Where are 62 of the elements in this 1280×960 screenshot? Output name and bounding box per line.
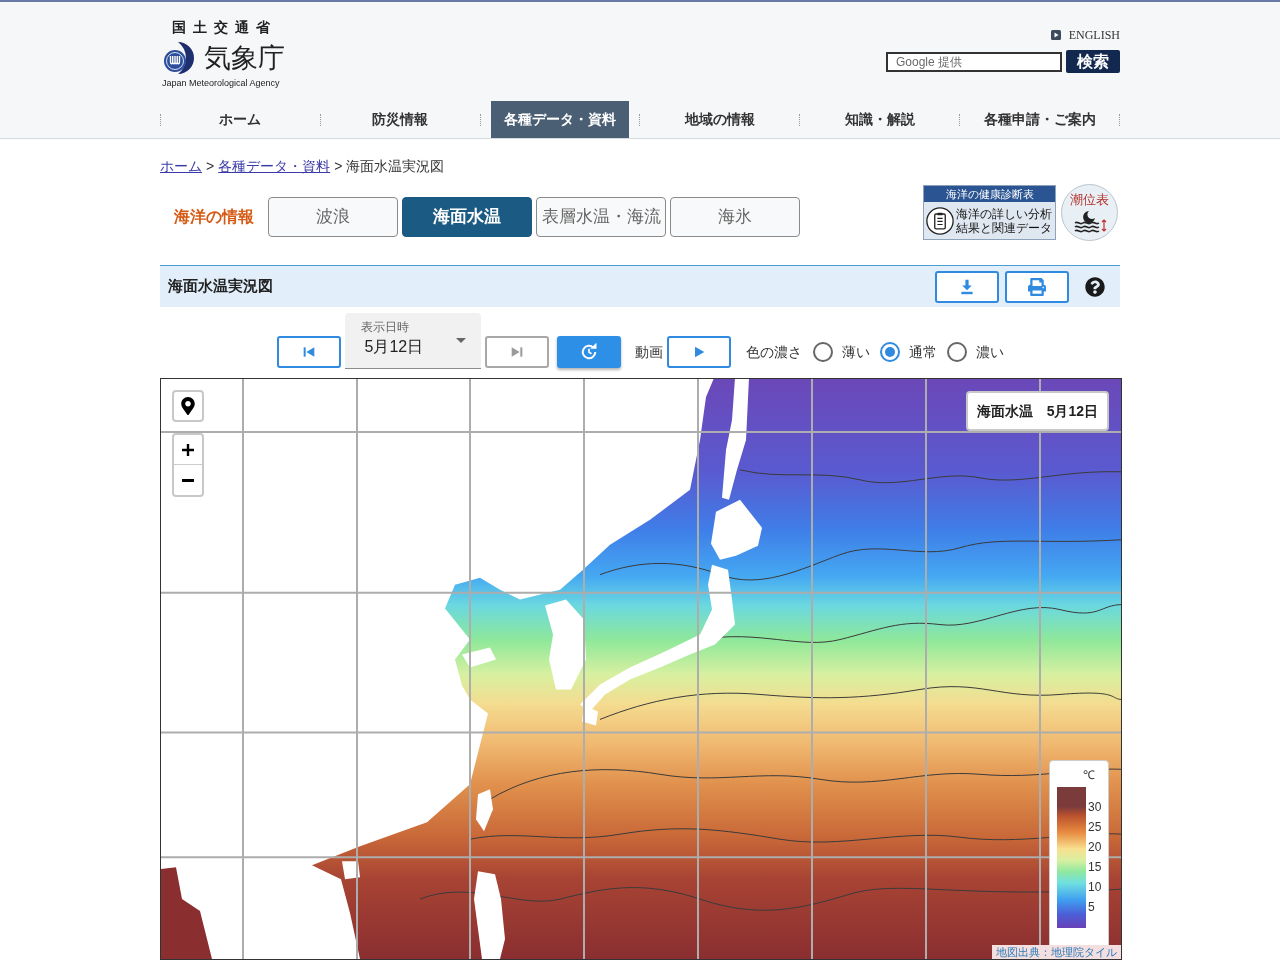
download-icon [959, 278, 975, 295]
breadcrumb-separator: > [334, 158, 343, 174]
search-field[interactable]: Google 提供 [886, 51, 1062, 72]
agency-english-name: Japan Meteorological Agency [162, 78, 281, 88]
legend-tick: 15 [1088, 859, 1102, 876]
breadcrumb-link[interactable]: 各種データ・資料 [218, 158, 331, 174]
radio-label[interactable]: 薄い [841, 341, 870, 363]
map-attribution[interactable]: 地図出典：地理院タイル [992, 945, 1121, 959]
arrow-square-icon [1050, 30, 1061, 40]
banner-text: 海洋の詳しい分析 結果と関連データ [956, 206, 1052, 235]
panel-title: 海面水温実況図 [168, 276, 273, 297]
radio-button[interactable] [812, 342, 833, 362]
print-button[interactable] [1005, 270, 1069, 303]
ocean-tab[interactable]: 海面水温 [402, 197, 532, 237]
nav-link[interactable]: 知識・解説 [810, 101, 950, 138]
breadcrumb-link[interactable]: ホーム [160, 158, 202, 174]
printer-icon [1028, 277, 1046, 296]
ocean-tab[interactable]: 波浪 [268, 197, 398, 237]
animation-label: 動画 [634, 342, 663, 362]
download-button[interactable] [935, 270, 999, 303]
radio-label[interactable]: 通常 [908, 341, 937, 363]
date-value: 5月12日 [364, 337, 425, 357]
radio-button[interactable] [879, 342, 900, 362]
map-pin-icon [181, 397, 195, 415]
clipboard-icon [926, 206, 954, 235]
ocean-tab[interactable]: 海氷 [670, 197, 800, 237]
map-title: 海面水温 5月12日 [965, 391, 1109, 431]
help-icon[interactable] [1085, 276, 1105, 297]
legend-tick: 20 [1088, 839, 1102, 856]
legend-unit: ℃ [1083, 768, 1095, 782]
english-link[interactable]: ENGLISH [1050, 28, 1120, 42]
nav-link[interactable]: 地域の情報 [650, 101, 790, 138]
ocean-tab[interactable]: 表層水温・海流 [536, 197, 666, 237]
nav-link[interactable]: 防災情報 [330, 101, 470, 138]
ocean-health-banner[interactable]: 海洋の健康診断表 海洋の詳しい分析 結果と関連データ [923, 185, 1056, 240]
breadcrumb-current: 海面水温実況図 [346, 158, 445, 174]
search-button[interactable]: 検索 [1066, 50, 1120, 73]
color-density-label: 色の濃さ [745, 342, 802, 362]
caret-down-icon [455, 338, 466, 343]
tide-table-link[interactable]: 潮位表 [1061, 184, 1118, 241]
nav-link[interactable]: ホーム [171, 101, 310, 138]
legend-tick: 5 [1088, 899, 1096, 916]
date-field-label: 表示日時 [360, 320, 410, 334]
nav-link[interactable]: 各種データ・資料 [490, 101, 630, 138]
skip-to-first-button[interactable] [276, 336, 341, 368]
minus-icon [182, 478, 194, 482]
legend-tick: 30 [1088, 799, 1102, 816]
agency-name: 気象庁 [204, 42, 285, 75]
ministry-name: 国土交通省 [172, 18, 278, 36]
plus-icon [182, 443, 194, 456]
play-button[interactable] [666, 336, 731, 368]
date-dropdown[interactable]: 表示日時 5月12日 [344, 313, 481, 369]
section-label: 海洋の情報 [174, 207, 254, 227]
breadcrumb-separator: > [206, 158, 215, 174]
radio-button[interactable] [946, 342, 967, 362]
legend-tick: 10 [1088, 879, 1102, 896]
banner-title: 海洋の健康診断表 [924, 186, 1055, 202]
nav-link[interactable]: 各種申請・ご案内 [970, 101, 1109, 138]
latest-refresh-button[interactable] [556, 336, 621, 368]
radio-label[interactable]: 濃い [975, 341, 1004, 363]
legend-tick: 25 [1088, 819, 1102, 836]
locate-button[interactable] [172, 390, 204, 422]
